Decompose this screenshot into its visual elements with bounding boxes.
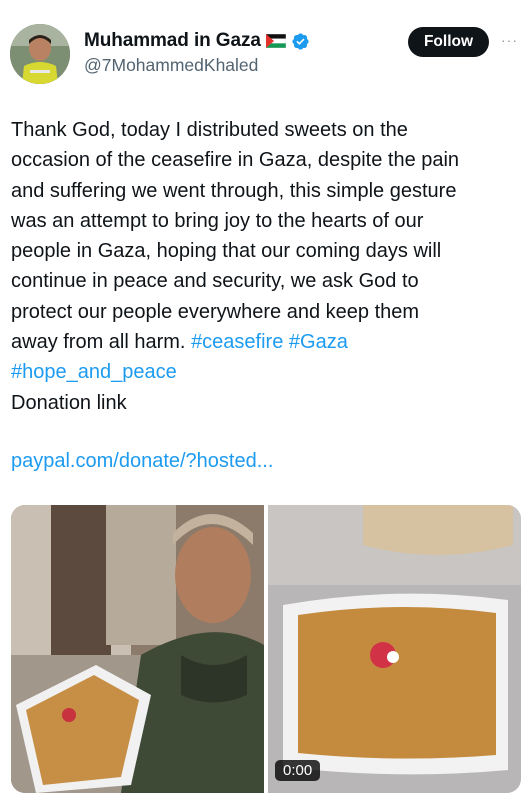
tweet-line: Thank God, today I distributed sweets on… — [11, 119, 408, 141]
name-row: Muhammad in Gaza — [84, 30, 310, 52]
hashtag-ceasefire[interactable]: #ceasefire — [191, 331, 283, 353]
hashtag-hope-and-peace[interactable]: #hope_and_peace — [11, 361, 177, 383]
tweet-line-with-hashtags: away from all harm. #ceasefire #Gaza — [11, 327, 521, 357]
verified-badge-icon — [291, 32, 310, 51]
follow-button[interactable]: Follow — [408, 27, 489, 57]
user-handle[interactable]: @7MohammedKhaled — [84, 55, 258, 76]
media-video[interactable]: 0:00 — [268, 505, 521, 793]
tweet-line: and suffering we went through, this simp… — [11, 179, 457, 202]
hashtag-gaza[interactable]: #Gaza — [289, 331, 348, 353]
palestine-flag-icon — [265, 33, 287, 49]
display-name[interactable]: Muhammad in Gaza — [84, 30, 261, 52]
avatar[interactable] — [10, 24, 70, 84]
tweet-text: Thank God, today I distributed sweets on… — [11, 115, 521, 418]
tweet-line: people in Gaza, hoping that our coming d… — [11, 240, 442, 263]
tweet-line: away from all harm. — [11, 331, 192, 354]
tweet-line: continue in peace and security, we ask G… — [11, 270, 419, 293]
donation-text: Donation link — [11, 391, 127, 414]
donation-link[interactable]: paypal.com/donate/?hosted... — [11, 450, 273, 473]
tweet-line: protect our people everywhere and keep t… — [11, 300, 420, 323]
tweet-line: was an attempt to bring joy to the heart… — [11, 209, 424, 232]
video-duration: 0:00 — [275, 760, 321, 781]
tweet-line: occasion of the ceasefire in Gaza, despi… — [11, 149, 460, 172]
more-options-icon[interactable]: ··· — [501, 32, 518, 48]
media-photo[interactable] — [11, 505, 264, 793]
tweet-header: Muhammad in Gaza @7MohammedKhaled Follow… — [0, 0, 532, 100]
